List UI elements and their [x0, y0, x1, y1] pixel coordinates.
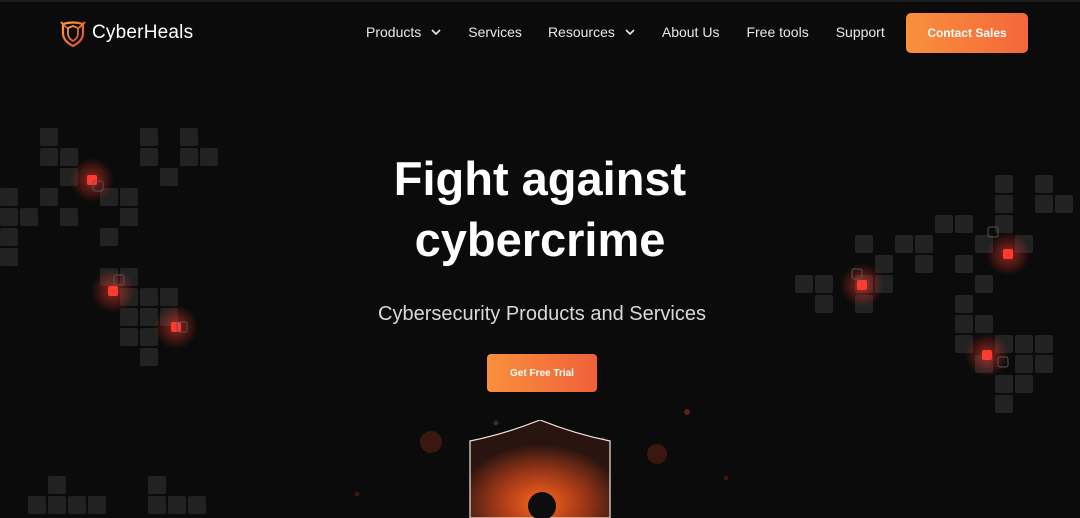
nav-item-about-us[interactable]: About Us	[662, 24, 720, 40]
shield-logo-icon	[60, 21, 86, 47]
nav-item-label: Resources	[547, 24, 615, 40]
grid-cell	[815, 275, 833, 293]
nav-item-label: Services	[468, 24, 522, 40]
nav-item-label: About Us	[661, 24, 720, 40]
nav-item-free-tools[interactable]: Free tools	[746, 24, 808, 40]
alert-glow	[965, 333, 1009, 377]
contact-sales-button[interactable]: Contact Sales	[906, 13, 1028, 53]
alert-square	[982, 350, 992, 360]
grid-cell	[995, 335, 1013, 353]
grid-cell	[188, 496, 206, 514]
brand-name-part2: Heals	[143, 22, 194, 43]
outline-square	[997, 356, 1009, 368]
nav-item-label: Support	[835, 24, 885, 40]
outline-square	[113, 274, 125, 286]
grid-cell	[120, 328, 138, 346]
brand-name: CyberHeals	[92, 22, 193, 44]
grid-cell	[140, 328, 158, 346]
hero-title-line1: Fight against	[393, 152, 687, 205]
grid-cell	[875, 275, 893, 293]
grid-cell	[100, 268, 118, 286]
grid-cell	[1015, 355, 1033, 373]
grid-cell	[28, 496, 46, 514]
brand-logo[interactable]: CyberHeals	[60, 18, 193, 48]
hero-subtitle: Cybersecurity Products and Services	[378, 303, 706, 325]
hero-title: Fight against cybercrime	[0, 148, 1080, 270]
grid-cell	[795, 275, 813, 293]
nav-item-label: Free tools	[746, 24, 809, 40]
grid-cell	[855, 275, 873, 293]
main-nav: Products Services Resources About Us Fre…	[366, 24, 885, 40]
grid-cell	[148, 496, 166, 514]
alert-square	[108, 286, 118, 296]
grid-cell	[120, 268, 138, 286]
nav-item-resources[interactable]: Resources	[548, 24, 635, 40]
get-free-trial-button[interactable]: Get Free Trial	[487, 354, 597, 392]
grid-cell	[140, 348, 158, 366]
grid-cell	[1035, 335, 1053, 353]
outline-square	[851, 268, 863, 280]
chevron-down-icon	[431, 28, 441, 35]
grid-cell	[48, 496, 66, 514]
grid-cell	[140, 128, 158, 146]
landing-page: CyberHeals Products Services Resources A…	[0, 0, 1080, 518]
grid-cell	[88, 496, 106, 514]
grid-cell	[48, 476, 66, 494]
grid-cell	[40, 128, 58, 146]
grid-cell	[975, 355, 993, 373]
site-header: CyberHeals Products Services Resources A…	[0, 0, 1080, 68]
nav-item-label: Products	[366, 24, 422, 40]
nav-item-products[interactable]: Products	[366, 24, 441, 40]
grid-cell	[1015, 375, 1033, 393]
grid-cell	[955, 335, 973, 353]
shield-illustration	[469, 420, 611, 518]
grid-cell	[1015, 335, 1033, 353]
chevron-down-icon	[625, 28, 635, 35]
grid-cell	[1035, 355, 1053, 373]
nav-item-support[interactable]: Support	[836, 24, 885, 40]
alert-square	[857, 280, 867, 290]
grid-cell	[995, 395, 1013, 413]
grid-cell	[975, 275, 993, 293]
grid-cell	[168, 496, 186, 514]
brand-name-part1: Cyber	[92, 22, 144, 43]
hero-title-line2: cybercrime	[414, 213, 666, 266]
grid-cell	[148, 476, 166, 494]
nav-item-services[interactable]: Services	[468, 24, 522, 40]
grid-cell	[180, 128, 198, 146]
grid-cell	[68, 496, 86, 514]
grid-cell	[995, 375, 1013, 393]
